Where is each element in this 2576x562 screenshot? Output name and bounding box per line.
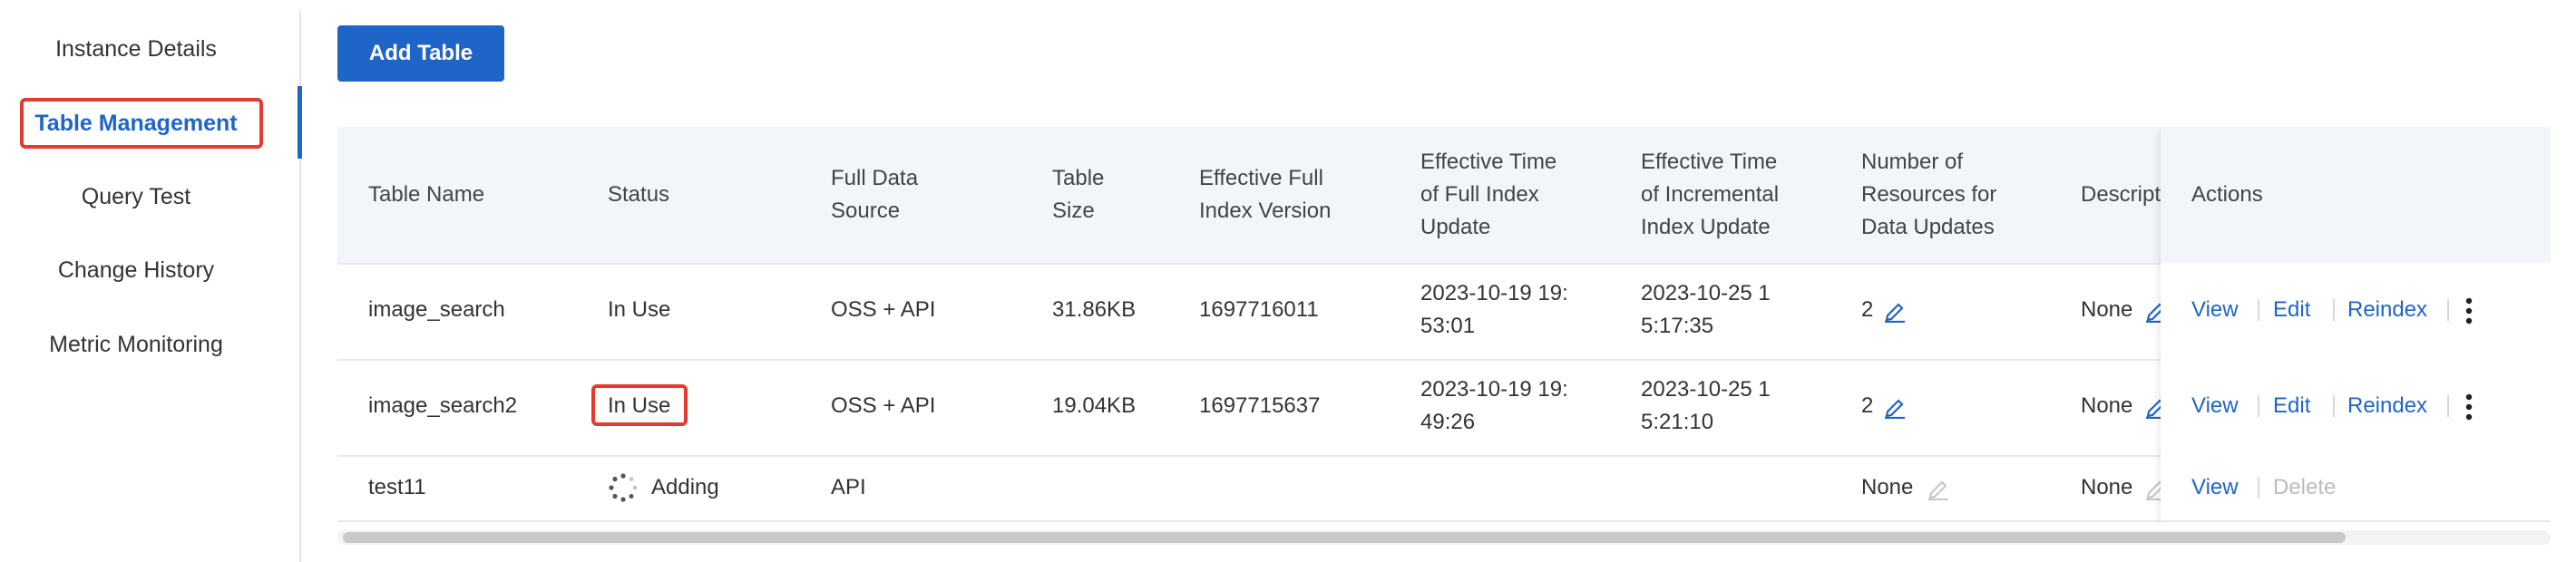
edit-link[interactable]: Edit <box>2273 390 2310 422</box>
scrollbar-thumb[interactable] <box>343 532 2346 543</box>
view-link[interactable]: View <box>2191 471 2239 504</box>
edit-pencil-icon <box>1926 475 1951 500</box>
cell-description: None <box>2081 390 2169 422</box>
header-actions: Actions <box>2191 182 2263 207</box>
cell-source: OSS + API <box>831 393 936 418</box>
cell-status: In Use <box>608 297 671 322</box>
header-effective-time-incremental: Effective Time of Incremental Index Update <box>1641 150 1780 239</box>
resources-count: 2 <box>1861 393 1874 418</box>
annotation-highlight-box <box>20 98 263 149</box>
cell-resources: 2 <box>1861 294 1908 326</box>
header-table-size: Table Size <box>1052 166 1105 223</box>
header-table-name: Table Name <box>368 182 485 207</box>
resources-count: None <box>1861 475 1914 499</box>
header-number-of-resources: Number of Resources for Data Updates <box>1861 150 1997 239</box>
sidebar-item-instance-details[interactable]: Instance Details <box>0 36 272 63</box>
cell-resources: None <box>1861 471 1951 504</box>
cell-inc-time: 2023-10-25 1 5:21:10 <box>1641 377 1771 434</box>
header-full-data-source: Full Data Source <box>831 166 919 223</box>
description-text: None <box>2081 297 2133 322</box>
header-effective-time-full: Effective Time of Full Index Update <box>1420 150 1557 239</box>
cell-source: API <box>831 475 866 499</box>
cell-description: None <box>2081 294 2169 326</box>
reindex-link[interactable]: Reindex <box>2347 390 2427 422</box>
add-table-button[interactable]: Add Table <box>337 25 504 82</box>
cell-status: Adding <box>608 471 719 504</box>
sidebar-item-metric-monitoring[interactable]: Metric Monitoring <box>0 332 272 358</box>
horizontal-scrollbar[interactable] <box>337 530 2551 545</box>
sidebar-item-change-history[interactable]: Change History <box>0 257 272 284</box>
cell-table-name: image_search2 <box>368 393 518 418</box>
view-link[interactable]: View <box>2191 390 2239 422</box>
edit-pencil-icon[interactable] <box>1882 297 1908 323</box>
cell-size: 19.04KB <box>1052 393 1137 418</box>
header-effective-full-index-version: Effective Full Index Version <box>1199 166 1332 223</box>
cell-full-time: 2023-10-19 19: 53:01 <box>1420 281 1568 338</box>
cell-table-name: image_search <box>368 297 505 322</box>
cell-source: OSS + API <box>831 297 936 322</box>
view-link[interactable]: View <box>2191 294 2239 326</box>
header-status: Status <box>608 182 670 207</box>
sidebar: Instance Details Table Management Query … <box>0 0 301 562</box>
more-options-icon[interactable] <box>2464 393 2474 421</box>
delete-link: Delete <box>2273 475 2337 499</box>
cell-description: None <box>2081 471 2169 504</box>
cell-table-name: test11 <box>368 475 426 499</box>
sidebar-item-query-test[interactable]: Query Test <box>0 184 272 210</box>
reindex-link[interactable]: Reindex <box>2347 294 2427 326</box>
cell-version: 1697715637 <box>1199 393 1321 418</box>
edit-link[interactable]: Edit <box>2273 294 2310 326</box>
description-text: None <box>2081 475 2133 499</box>
more-options-icon[interactable] <box>2464 297 2474 325</box>
cell-inc-time: 2023-10-25 1 5:17:35 <box>1641 281 1771 338</box>
edit-pencil-icon[interactable] <box>1882 393 1908 419</box>
description-text: None <box>2081 393 2133 418</box>
cell-version: 1697716011 <box>1199 297 1319 322</box>
actions-column: Actions View Edit Reindex View Edit Rein… <box>2161 127 2551 526</box>
annotation-highlight-box <box>591 384 688 426</box>
cell-resources: 2 <box>1861 390 1908 422</box>
cell-full-time: 2023-10-19 19: 49:26 <box>1420 377 1568 434</box>
loading-spinner-icon <box>608 472 639 503</box>
cell-size: 31.86KB <box>1052 297 1137 322</box>
tables-table: Table Name Status Full Data Source Table S… <box>337 127 2551 526</box>
status-text: Adding <box>651 475 719 499</box>
sidebar-active-indicator <box>298 86 302 159</box>
resources-count: 2 <box>1861 297 1874 322</box>
